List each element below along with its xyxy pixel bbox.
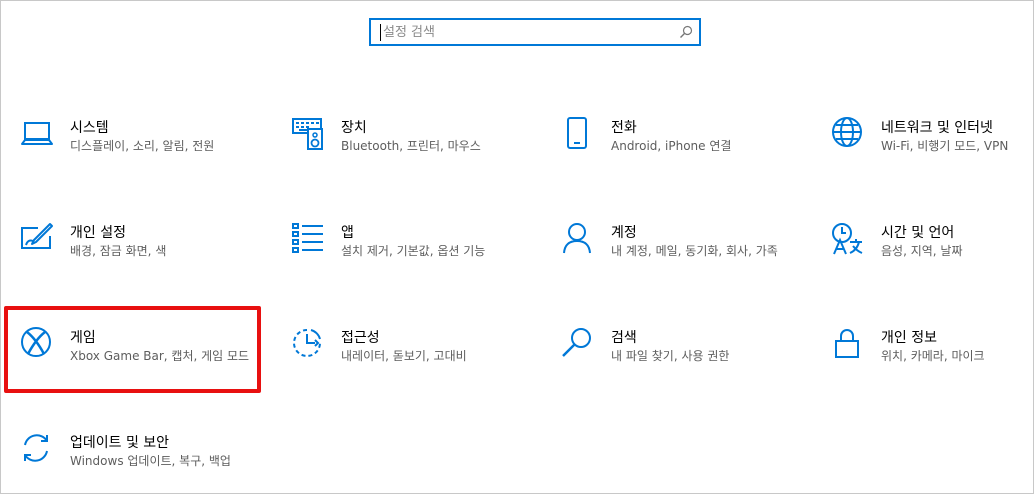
search-icon[interactable] — [679, 25, 693, 39]
tile-title: 전화 — [611, 120, 637, 136]
tile-network[interactable]: 네트워크 및 인터넷 Wi-Fi, 비행기 모드, VPN — [831, 117, 1034, 187]
tile-description: Windows 업데이트, 복구, 백업 — [70, 454, 231, 468]
tile-system[interactable]: 시스템 디스플레이, 소리, 알림, 전원 — [20, 117, 250, 187]
phone-icon — [567, 117, 587, 149]
tile-description: Bluetooth, 프린터, 마우스 — [341, 139, 481, 153]
search-input[interactable] — [371, 20, 683, 44]
person-icon — [563, 223, 591, 254]
text-caret — [380, 24, 381, 41]
tile-description: 디스플레이, 소리, 알림, 전원 — [70, 139, 215, 153]
tile-title: 네트워크 및 인터넷 — [881, 120, 993, 136]
tile-search[interactable]: 검색 내 파일 찾기, 사용 권한 — [561, 327, 791, 397]
app-list-icon — [292, 223, 323, 253]
tile-title: 시간 및 언어 — [881, 225, 955, 241]
highlight-box — [4, 306, 261, 393]
tile-description: 위치, 카메라, 마이크 — [881, 349, 985, 363]
tile-title: 장치 — [341, 120, 367, 136]
tile-title: 검색 — [611, 330, 637, 346]
tile-phone[interactable]: 전화 Android, iPhone 연결 — [561, 117, 791, 187]
tile-title: 계정 — [611, 225, 637, 241]
tile-description: 내 파일 찾기, 사용 권한 — [611, 349, 730, 363]
tile-description: 내레이터, 돋보기, 고대비 — [341, 349, 467, 363]
keyboard-speaker-icon — [292, 118, 323, 150]
tile-title: 접근성 — [341, 330, 380, 346]
tile-time-language[interactable]: 시간 및 언어 음성, 지역, 날짜 — [831, 222, 1034, 292]
tile-description: Android, iPhone 연결 — [611, 139, 732, 153]
tile-title: 개인 설정 — [70, 225, 126, 241]
lock-icon — [835, 329, 859, 358]
tile-description: 배경, 잠금 화면, 색 — [70, 244, 167, 258]
tile-accounts[interactable]: 계정 내 계정, 메일, 동기화, 회사, 가족 — [561, 222, 791, 292]
tile-description: 설치 제거, 기본값, 옵션 기능 — [341, 244, 486, 258]
tile-accessibility[interactable]: 접근성 내레이터, 돋보기, 고대비 — [291, 327, 521, 397]
globe-icon — [832, 117, 862, 147]
magnifier-icon — [562, 328, 591, 357]
tile-devices[interactable]: 장치 Bluetooth, 프린터, 마우스 — [291, 117, 521, 187]
tile-update-security[interactable]: 업데이트 및 보안 Windows 업데이트, 복구, 백업 — [20, 432, 250, 502]
paint-brush-icon — [21, 223, 53, 249]
tile-title: 앱 — [341, 225, 354, 241]
tile-apps[interactable]: 앱 설치 제거, 기본값, 옵션 기능 — [291, 222, 521, 292]
sync-icon — [24, 434, 48, 462]
search-box[interactable] — [369, 18, 701, 46]
tile-title: 업데이트 및 보안 — [70, 435, 170, 451]
tile-description: 내 계정, 메일, 동기화, 회사, 가족 — [611, 244, 778, 258]
tile-title: 시스템 — [70, 120, 109, 136]
time-language-icon — [832, 223, 863, 255]
tile-personalization[interactable]: 개인 설정 배경, 잠금 화면, 색 — [20, 222, 250, 292]
tile-description: 음성, 지역, 날짜 — [881, 244, 963, 258]
tile-description: Wi-Fi, 비행기 모드, VPN — [881, 139, 1009, 153]
tile-privacy[interactable]: 개인 정보 위치, 카메라, 마이크 — [831, 327, 1034, 397]
tile-title: 개인 정보 — [881, 330, 937, 346]
ease-of-access-icon — [293, 329, 321, 357]
laptop-icon — [21, 122, 53, 145]
